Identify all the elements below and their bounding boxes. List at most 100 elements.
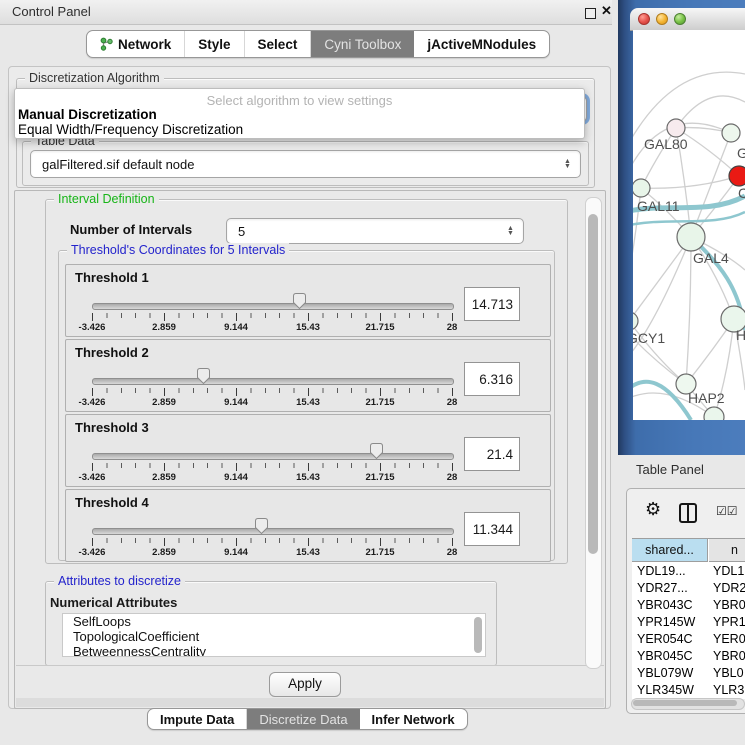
threshold-1-panel: Threshold 1 -3.426 2.859 9.144 15.43 21.… <box>65 264 551 337</box>
table-horizontal-scrollbar-thumb[interactable] <box>633 700 737 706</box>
table-cell: YPR145W <box>637 614 709 631</box>
node-label-gal4: GAL4 <box>693 250 729 266</box>
interval-definition-title: Interval Definition <box>54 192 159 207</box>
scale-label: 2.859 <box>152 472 176 483</box>
table-data-combobox[interactable]: galFiltered.sif default node ▲▼ <box>30 150 581 178</box>
settings-scrollbar[interactable] <box>585 197 602 669</box>
table-cell: YPR1 <box>713 614 745 631</box>
scale-label: 21.715 <box>365 547 394 558</box>
dropdown-option-manual-discretization[interactable]: Manual Discretization <box>17 107 581 122</box>
table-panel: ⚙ ☑☑ shared... n YDL19... YDR27... YBR04… <box>626 488 745 714</box>
tab-discretize-data[interactable]: Discretize Data <box>247 709 359 729</box>
dropdown-option-equal-width[interactable]: Equal Width/Frequency Discretization <box>17 122 581 137</box>
tab-select[interactable]: Select <box>245 31 312 57</box>
thresholds-group-title: Threshold's Coordinates for 5 Intervals <box>67 243 289 258</box>
threshold-4-slider-track[interactable] <box>92 528 454 535</box>
list-item[interactable]: TopologicalCoefficient <box>63 629 485 644</box>
threshold-4-value-field[interactable]: 11.344 <box>464 512 520 546</box>
node-gcy1[interactable] <box>633 312 638 330</box>
control-panel-tabs: Network Style Select Cyni Toolbox jActiv… <box>86 30 550 58</box>
threshold-4-slider-thumb[interactable] <box>255 518 268 534</box>
table-cell: YDL1 <box>713 563 745 580</box>
tab-cyni-toolbox-label: Cyni Toolbox <box>324 37 401 52</box>
column-header-name[interactable]: n <box>709 539 745 562</box>
tab-style[interactable]: Style <box>185 31 244 57</box>
scale-label: 28 <box>447 322 458 333</box>
scale-label: 2.859 <box>152 397 176 408</box>
node-selected-red[interactable] <box>729 166 745 186</box>
tab-infer-network-label: Infer Network <box>372 712 455 727</box>
number-of-intervals-spinner[interactable]: 5 ▲▼ <box>226 218 524 244</box>
threshold-2-slider-track[interactable] <box>92 378 454 385</box>
tab-impute-data-label: Impute Data <box>160 712 234 727</box>
interval-definition-group: Interval Definition Number of Intervals … <box>45 199 568 564</box>
table-cell: YLR3 <box>713 682 745 699</box>
table-cell: YBR0 <box>713 648 745 665</box>
threshold-1-slider-thumb[interactable] <box>293 293 306 309</box>
tab-network-label: Network <box>118 37 171 52</box>
settings-scrollbar-thumb[interactable] <box>588 214 598 554</box>
split-columns-icon[interactable] <box>679 503 697 523</box>
tab-cyni-toolbox[interactable]: Cyni Toolbox <box>311 31 414 57</box>
select-columns-icon[interactable]: ☑☑ <box>716 504 738 518</box>
zoom-window-icon[interactable] <box>674 13 686 25</box>
close-panel-icon[interactable]: ✕ <box>601 3 612 19</box>
scale-label: 9.144 <box>224 472 248 483</box>
node-gal11[interactable] <box>633 179 650 197</box>
table-cell: YER054C <box>637 631 709 648</box>
tab-discretize-data-label: Discretize Data <box>259 712 347 727</box>
float-panel-icon[interactable] <box>585 8 596 19</box>
scale-label: 2.859 <box>152 547 176 558</box>
numerical-attributes-list[interactable]: SelfLoops TopologicalCoefficient Between… <box>62 613 486 657</box>
number-of-intervals-label: Number of Intervals <box>70 222 192 237</box>
tab-infer-network[interactable]: Infer Network <box>360 709 467 729</box>
threshold-2-value-field[interactable]: 6.316 <box>464 362 520 396</box>
threshold-4-panel: Threshold 4 -3.426 2.859 9.144 15.43 21.… <box>65 489 551 562</box>
tab-jactivemnodules-label: jActiveMNodules <box>427 37 536 52</box>
node-gal80[interactable] <box>667 119 685 137</box>
network-canvas[interactable]: GAL80 G GAL11 C GAL4 GCY1 H HAP2 <box>633 30 745 420</box>
tab-jactivemnodules[interactable]: jActiveMNodules <box>414 31 549 57</box>
threshold-3-slider-thumb[interactable] <box>370 443 383 459</box>
threshold-1-slider-track[interactable] <box>92 303 454 310</box>
list-item[interactable]: BetweennessCentrality <box>63 644 485 657</box>
threshold-3-slider-track[interactable] <box>92 453 454 460</box>
control-panel-titlebar <box>0 0 612 25</box>
scale-label: -3.426 <box>79 547 106 558</box>
tab-impute-data[interactable]: Impute Data <box>148 709 247 729</box>
node-gal4[interactable] <box>677 223 705 251</box>
table-cell: YBR043C <box>637 597 709 614</box>
gear-icon[interactable]: ⚙ <box>645 500 661 518</box>
network-graph <box>633 30 745 420</box>
node-partial-top-right[interactable] <box>722 124 740 142</box>
number-of-intervals-value: 5 <box>227 224 506 239</box>
threshold-2-slider-thumb[interactable] <box>197 368 210 384</box>
list-scrollbar[interactable] <box>474 617 482 653</box>
table-column-shared-name[interactable]: YDL19... YDR27... YBR043C YPR145W YER054… <box>637 563 709 699</box>
column-header-shared-name[interactable]: shared... <box>632 539 708 562</box>
close-window-icon[interactable] <box>638 13 650 25</box>
table-cell: YLR345W <box>637 682 709 699</box>
scale-label: -3.426 <box>79 397 106 408</box>
scale-label: 9.144 <box>224 397 248 408</box>
discretization-algorithm-group-title: Discretization Algorithm <box>25 71 164 86</box>
network-window-titlebar[interactable] <box>630 8 745 31</box>
threshold-3-value-field[interactable]: 21.4 <box>464 437 520 471</box>
list-item[interactable]: SelfLoops <box>63 614 485 629</box>
scale-label: 28 <box>447 547 458 558</box>
threshold-2-panel: Threshold 2 -3.426 2.859 9.144 15.43 21.… <box>65 339 551 412</box>
table-cell: YER0 <box>713 631 745 648</box>
thresholds-group: Threshold's Coordinates for 5 Intervals … <box>58 250 555 561</box>
threshold-3-panel: Threshold 3 -3.426 2.859 9.144 15.43 21.… <box>65 414 551 487</box>
table-cell: YBL079W <box>637 665 709 682</box>
threshold-1-value-field[interactable]: 14.713 <box>464 287 520 321</box>
table-column-name[interactable]: YDL1 YDR2 YBR0 YPR1 YER0 YBR0 YBL0 YLR3 … <box>713 563 745 699</box>
threshold-2-label: Threshold 2 <box>75 345 149 360</box>
table-cell: YBR0 <box>713 597 745 614</box>
apply-button[interactable]: Apply <box>269 672 341 697</box>
minimize-window-icon[interactable] <box>656 13 668 25</box>
table-horizontal-scrollbar[interactable] <box>631 698 745 710</box>
tab-network[interactable]: Network <box>87 31 185 57</box>
scale-label: 21.715 <box>365 472 394 483</box>
scale-label: -3.426 <box>79 472 106 483</box>
